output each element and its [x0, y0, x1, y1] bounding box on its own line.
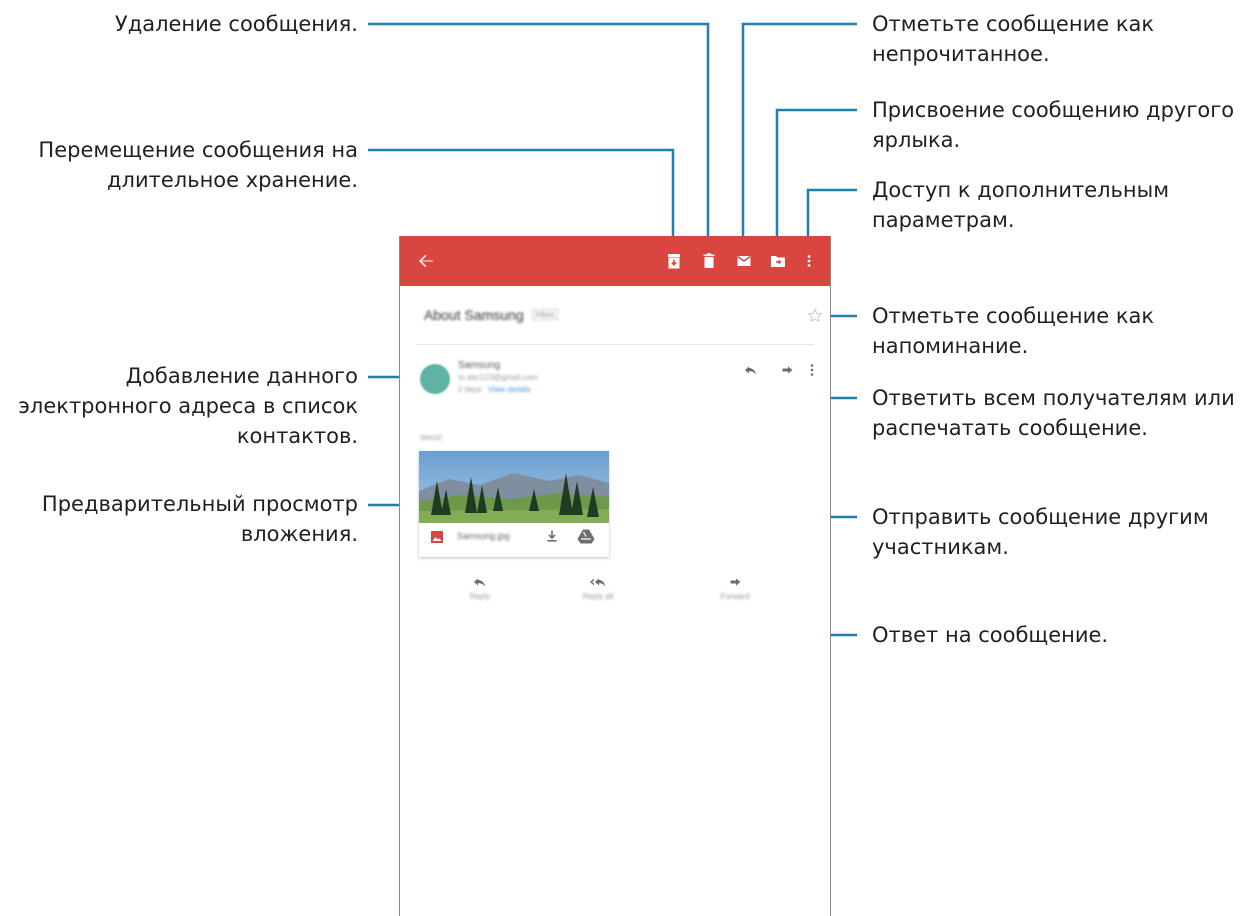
email-screen: About Samsung Inbox Samsung to abc123@gm… — [399, 236, 831, 916]
callout-add-contact-line1: Добавление данного — [125, 364, 358, 388]
star-outline-icon[interactable] — [805, 306, 825, 326]
reply-icon[interactable] — [741, 360, 761, 380]
subject-row: About Samsung Inbox — [400, 286, 830, 344]
leader-label — [775, 108, 857, 248]
email-subject: About Samsung — [424, 307, 524, 323]
attachment-heading: IMAGE — [420, 435, 443, 442]
drive-icon[interactable] — [577, 528, 595, 544]
callout-more: Доступ к дополнительным параметрам. — [872, 175, 1169, 235]
leader-unread — [741, 22, 857, 248]
reply-icon — [470, 572, 490, 592]
callout-more-line1: Доступ к дополнительным — [872, 178, 1170, 202]
more-vertical-icon[interactable] — [797, 249, 821, 273]
subject-tag: Inbox — [532, 309, 558, 320]
leader-archive — [368, 148, 675, 248]
callout-unread-line1: Отметьте сообщение как — [872, 12, 1155, 36]
callout-reply-all: Ответить всем получателям или распечатат… — [872, 383, 1235, 443]
callout-unread: Отметьте сообщение как непрочитанное. — [872, 9, 1154, 69]
archive-icon[interactable] — [662, 249, 686, 273]
callout-add-contact-line2: электронного адреса в список — [18, 394, 358, 418]
bottom-reply-label: Reply — [469, 592, 491, 601]
callout-reply-all-line2: распечатать сообщение. — [872, 416, 1148, 440]
image-file-icon — [429, 529, 445, 545]
forward-icon[interactable] — [777, 360, 797, 380]
callout-star-line1: Отметьте сообщение как — [872, 304, 1155, 328]
bottom-forward-label: Forward — [720, 592, 750, 601]
reply-all-icon — [588, 572, 608, 592]
bottom-reply-all-label: Reply all — [582, 592, 614, 601]
attachment-filename: Samsung.jpg — [457, 531, 510, 541]
callout-label-line2: ярлыка. — [872, 128, 961, 152]
callout-forward-line1: Отправить сообщение другим — [872, 505, 1209, 529]
callout-reply-all-line1: Ответить всем получателям или — [872, 386, 1235, 410]
callout-unread-line2: непрочитанное. — [872, 42, 1050, 66]
back-arrow-icon[interactable] — [414, 249, 438, 273]
callout-forward: Отправить сообщение другим участникам. — [872, 502, 1209, 562]
attachment-photo[interactable] — [419, 451, 609, 523]
callout-label: Присвоение сообщению другого ярлыка. — [872, 95, 1234, 155]
bottom-forward-button[interactable]: Forward — [705, 572, 765, 601]
callout-add-contact-line3: контактов. — [236, 424, 358, 448]
app-bar — [400, 236, 830, 286]
callout-add-contact: Добавление данного электронного адреса в… — [18, 361, 358, 451]
callout-label-line1: Присвоение сообщению другого — [872, 98, 1235, 122]
message-more-icon[interactable] — [802, 360, 822, 380]
forward-icon — [725, 572, 745, 592]
bottom-reply-button[interactable]: Reply — [450, 572, 510, 601]
view-details-link[interactable]: View details — [488, 385, 531, 394]
folder-move-icon[interactable] — [766, 249, 790, 273]
sender-email: to abc123@gmail.com — [458, 373, 538, 382]
callout-preview-line1: Предварительный просмотр — [41, 492, 358, 516]
trash-icon[interactable] — [697, 249, 721, 273]
avatar[interactable] — [420, 364, 450, 394]
attachment-card[interactable]: Samsung.jpg — [419, 451, 609, 557]
callout-forward-line2: участникам. — [872, 535, 1009, 559]
callout-preview-line2: вложения. — [240, 522, 358, 546]
callout-archive-line1: Перемещение сообщения на — [38, 138, 358, 162]
callout-reply: Ответ на сообщение. — [872, 623, 1109, 647]
leader-delete — [368, 22, 710, 248]
sender-name: Samsung — [458, 360, 501, 371]
callout-archive: Перемещение сообщения на длительное хран… — [38, 135, 358, 195]
callout-more-line2: параметрам. — [872, 208, 1015, 232]
download-icon[interactable] — [544, 528, 560, 544]
callout-preview: Предварительный просмотр вложения. — [42, 489, 358, 549]
callout-archive-line2: длительное хранение. — [107, 168, 358, 192]
bottom-reply-all-button[interactable]: Reply all — [568, 572, 628, 601]
envelope-icon[interactable] — [732, 249, 756, 273]
divider — [416, 344, 814, 345]
sender-meta: 2 days — [458, 385, 482, 394]
callout-star-line2: напоминание. — [872, 334, 1029, 358]
callout-star: Отметьте сообщение как напоминание. — [872, 301, 1154, 361]
callout-delete: Удаление сообщения. — [114, 12, 358, 36]
